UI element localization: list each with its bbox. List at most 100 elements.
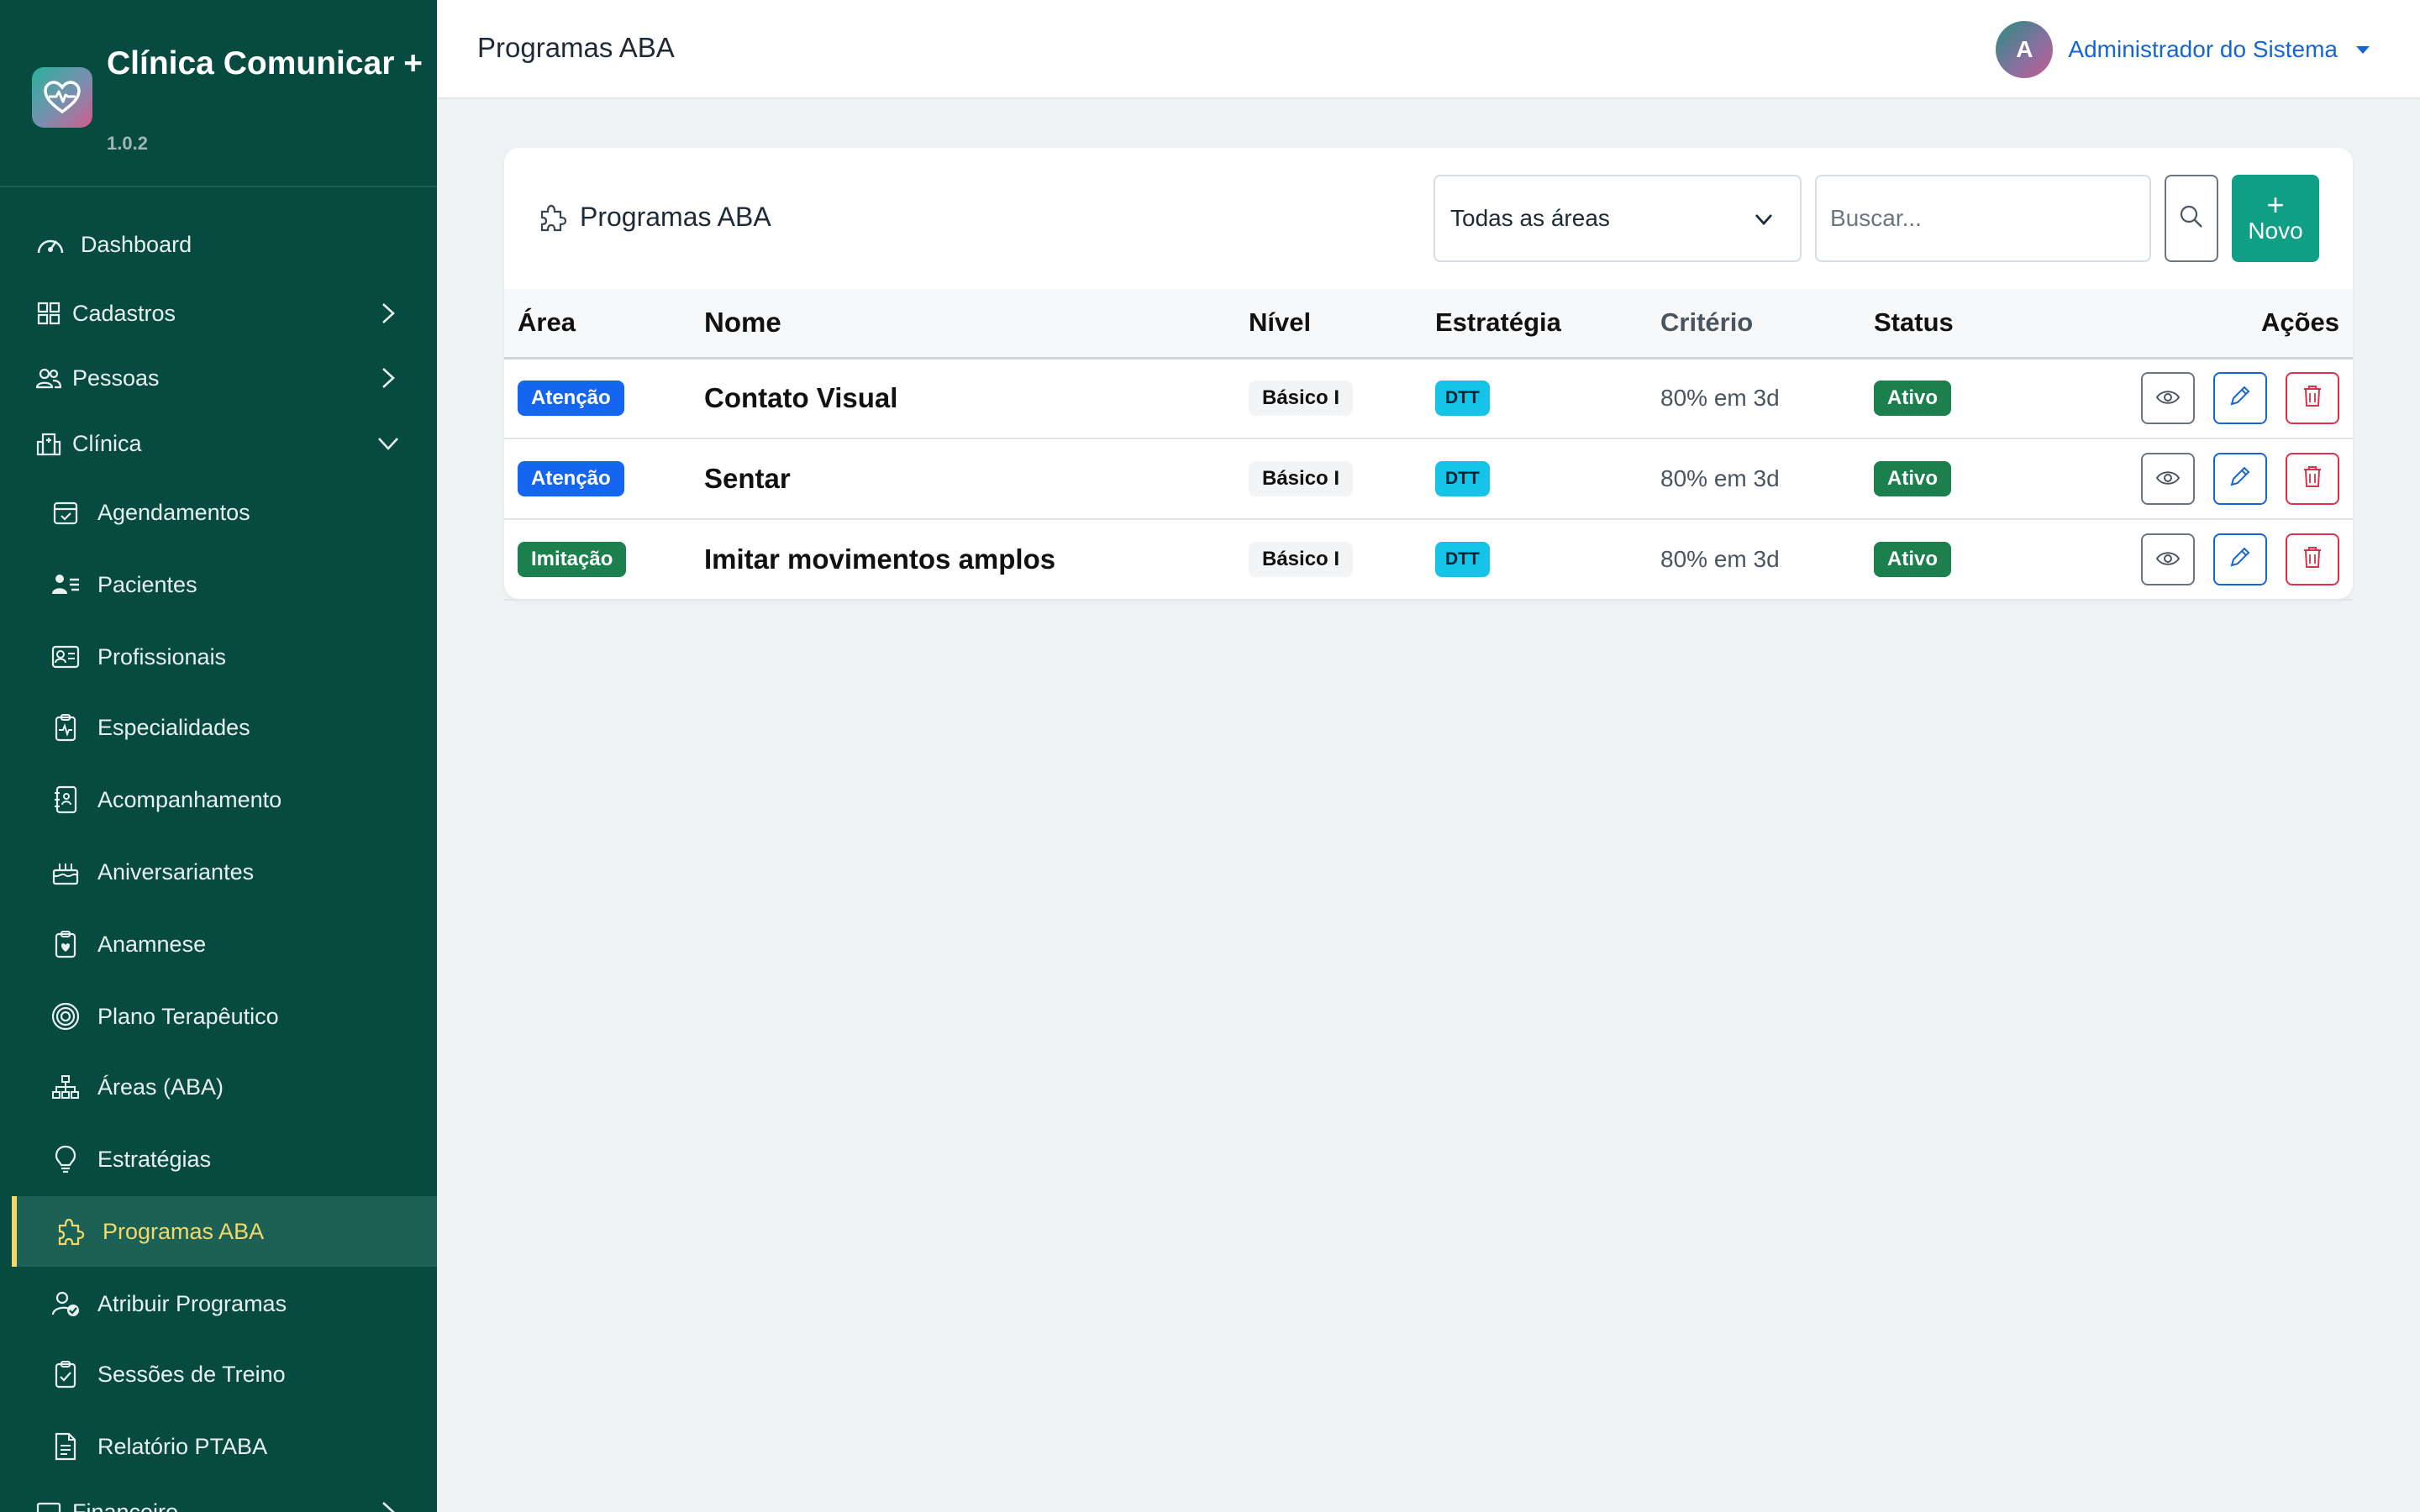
sidebar-item-relatorio-ptaba[interactable]: Relatório PTABA (0, 1413, 437, 1480)
chevron-right-icon (373, 1497, 403, 1512)
column-header-area[interactable]: Área (504, 289, 704, 360)
program-name: Imitar movimentos amplos (704, 543, 1056, 575)
pencil-icon (2228, 465, 2252, 494)
edit-button[interactable] (2213, 453, 2268, 505)
table-header-row: Área Nome Nível Estratégia Critério Stat… (504, 289, 2353, 360)
new-program-button[interactable]: + Novo (2232, 175, 2319, 262)
search-icon (2179, 204, 2204, 234)
plus-icon: + (2266, 187, 2285, 222)
heart-pulse-logo-icon (32, 67, 92, 128)
user-name[interactable]: Administrador do Sistema (2068, 36, 2338, 63)
column-header-criterio[interactable]: Critério (1660, 289, 1874, 360)
trash-icon (2302, 465, 2323, 494)
area-badge: Imitação (518, 542, 627, 577)
sidebar-item-atribuir-programas[interactable]: Atribuir Programas (0, 1270, 437, 1337)
chevron-right-icon (373, 298, 403, 328)
sidebar-item-label: Acompanhamento (97, 786, 282, 812)
chevron-down-icon (1749, 205, 1778, 234)
card-title: Programas ABA (538, 202, 771, 233)
search-button[interactable] (2165, 175, 2218, 262)
edit-button[interactable] (2213, 372, 2268, 425)
card-title-text: Programas ABA (580, 202, 771, 232)
sidebar-item-especialidades[interactable]: Especialidades (0, 694, 437, 761)
search-input[interactable] (1815, 175, 2151, 262)
sidebar: Clínica Comunicar + 1.0.2 Dashboard Cada… (0, 0, 437, 1512)
trash-icon (2302, 545, 2323, 575)
avatar[interactable]: A (1996, 21, 2054, 78)
brand-title[interactable]: Clínica Comunicar + (107, 40, 426, 87)
file-text-icon (49, 1430, 82, 1463)
sidebar-item-financeiro[interactable]: Financeiro (0, 1478, 437, 1512)
edit-button[interactable] (2213, 533, 2268, 585)
cake-icon (49, 855, 82, 889)
chevron-down-icon (373, 428, 403, 459)
sidebar-item-label: Pessoas (72, 365, 160, 391)
area-filter-select[interactable]: Todas as áreas (1434, 175, 1802, 262)
view-button[interactable] (2141, 453, 2196, 505)
sidebar-item-label: Programas ABA (103, 1218, 265, 1244)
sidebar-item-label: Agendamentos (97, 499, 250, 525)
user-menu[interactable]: A Administrador do Sistema (1996, 21, 2370, 78)
column-header-estrategia[interactable]: Estratégia (1435, 289, 1660, 360)
hospital-icon (32, 427, 66, 460)
sidebar-item-label: Profissionais (97, 643, 227, 669)
diagram-icon (49, 1070, 82, 1104)
sidebar-item-label: Estratégias (97, 1146, 212, 1172)
sidebar-item-clinica[interactable]: Clínica (0, 410, 437, 477)
caret-down-icon[interactable] (2356, 45, 2370, 54)
sidebar-item-sessoes-de-treino[interactable]: Sessões de Treino (0, 1341, 437, 1408)
sidebar-item-estrategias[interactable]: Estratégias (0, 1126, 437, 1193)
delete-button[interactable] (2286, 533, 2339, 585)
sidebar-item-agendamentos[interactable]: Agendamentos (0, 479, 437, 546)
strategy-badge: DTT (1435, 381, 1490, 417)
sidebar-item-plano-terapeutico[interactable]: Plano Terapêutico (0, 983, 437, 1050)
sidebar-item-anamnese[interactable]: Anamnese (0, 911, 437, 978)
programs-table: Área Nome Nível Estratégia Critério Stat… (504, 289, 2353, 601)
sidebar-item-label: Clínica (72, 430, 142, 456)
sidebar-item-dashboard[interactable]: Dashboard (0, 211, 437, 278)
sidebar-item-label: Plano Terapêutico (97, 1003, 279, 1029)
sidebar-item-pacientes[interactable]: Pacientes (0, 551, 437, 618)
sidebar-item-pessoas[interactable]: Pessoas (0, 344, 437, 412)
lightbulb-icon (49, 1142, 82, 1176)
sidebar-item-label: Dashboard (81, 231, 192, 257)
table-row: Atenção Contato Visual Básico I DTT 80% … (504, 358, 2353, 438)
column-header-nivel[interactable]: Nível (1249, 289, 1435, 360)
strategy-badge: DTT (1435, 461, 1490, 496)
person-lines-icon (49, 568, 82, 601)
top-bar: Programas ABA A Administrador do Sistema (437, 0, 2420, 99)
delete-button[interactable] (2286, 372, 2339, 425)
pencil-icon (2228, 545, 2252, 575)
view-button[interactable] (2141, 533, 2196, 585)
status-badge: Ativo (1874, 381, 1951, 417)
sidebar-item-programas-aba[interactable]: Programas ABA (12, 1196, 437, 1267)
puzzle-icon (54, 1215, 87, 1248)
sidebar-item-acompanhamento[interactable]: Acompanhamento (0, 766, 437, 833)
sidebar-item-cadastros[interactable]: Cadastros (0, 280, 437, 347)
table-row: Atenção Sentar Básico I DTT 80% em 3d At… (504, 438, 2353, 519)
people-icon (32, 361, 66, 395)
speedometer-icon (34, 228, 67, 261)
program-name: Sentar (704, 463, 791, 494)
brand-version: 1.0.2 (107, 133, 148, 154)
sidebar-item-label: Cadastros (72, 300, 176, 326)
card-header: Programas ABA Todas as áreas + Novo (504, 148, 2353, 289)
area-badge: Atenção (518, 461, 624, 496)
sidebar-item-label: Anamnese (97, 931, 207, 957)
column-header-status[interactable]: Status (1874, 289, 2126, 360)
sidebar-item-label: Atribuir Programas (97, 1290, 287, 1316)
cash-icon (32, 1495, 66, 1512)
id-card-icon (49, 640, 82, 674)
column-header-acoes: Ações (2126, 289, 2353, 360)
view-button[interactable] (2141, 372, 2196, 425)
delete-button[interactable] (2286, 453, 2339, 505)
sidebar-item-profissionais[interactable]: Profissionais (0, 623, 437, 690)
grid-icon (32, 297, 66, 330)
sidebar-item-areas-aba[interactable]: Áreas (ABA) (0, 1053, 437, 1121)
column-header-nome[interactable]: Nome (704, 289, 1249, 360)
puzzle-icon (538, 202, 568, 233)
area-badge: Atenção (518, 381, 624, 417)
sidebar-item-aniversariantes[interactable]: Aniversariantes (0, 838, 437, 906)
level-badge: Básico I (1249, 461, 1354, 496)
eye-icon (2155, 546, 2181, 573)
